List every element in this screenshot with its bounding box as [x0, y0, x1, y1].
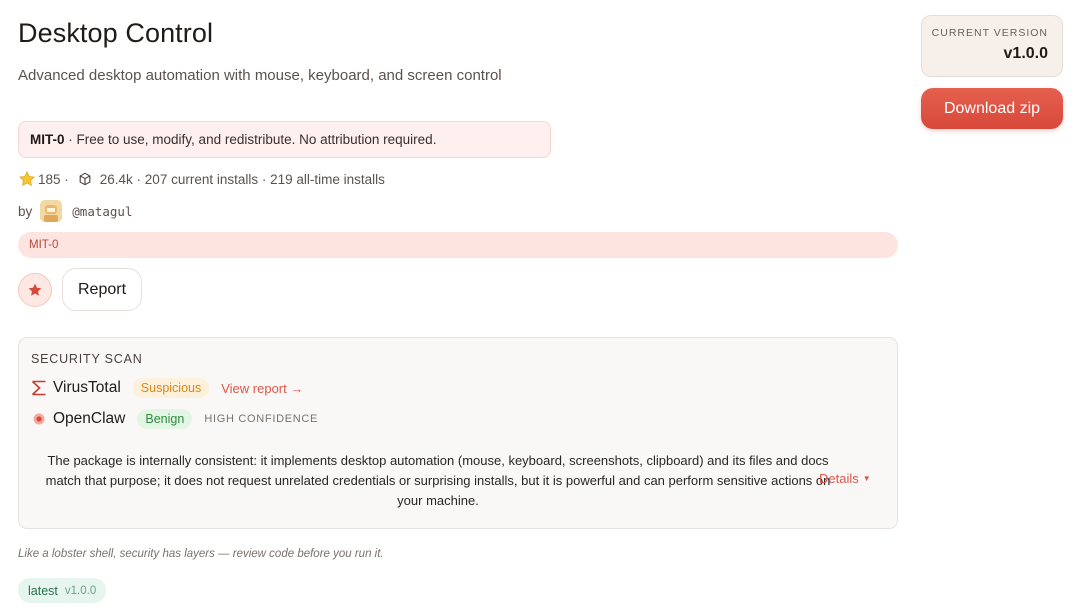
- avatar-image-icon: [40, 200, 63, 222]
- star-button[interactable]: [18, 273, 52, 307]
- stats-row: 185 · 26.4k · 207 current installs · 219…: [18, 170, 385, 188]
- details-label: Details: [819, 471, 859, 486]
- star-icon: [28, 283, 42, 296]
- package-icon: [79, 172, 91, 186]
- virustotal-label: VirusTotal: [53, 379, 121, 396]
- install-stats: 26.4k · 207 current installs · 219 all-t…: [99, 171, 385, 187]
- page-title: Desktop Control: [18, 18, 214, 48]
- download-zip-button[interactable]: Download zip: [921, 88, 1063, 129]
- license-name: MIT-0: [30, 132, 65, 147]
- current-version-value: v1.0.0: [1003, 45, 1048, 62]
- openclaw-label: OpenClaw: [53, 410, 126, 427]
- scan-summary: The package is internally consistent: it…: [45, 453, 831, 508]
- star-icon: [19, 171, 35, 187]
- current-version-label: CURRENT VERSION: [931, 27, 1048, 39]
- latest-version-tag[interactable]: latest v1.0.0: [18, 578, 107, 603]
- openclaw-status-badge: Benign: [137, 409, 193, 429]
- openclaw-row: OpenClaw Benign HIGH CONFIDENCE: [31, 407, 318, 431]
- confidence-label: HIGH CONFIDENCE: [204, 413, 319, 425]
- license-text: · Free to use, modify, and redistribute.…: [64, 132, 437, 147]
- latest-label: latest: [28, 583, 58, 598]
- openclaw-icon: [33, 413, 45, 425]
- avatar[interactable]: [40, 200, 63, 222]
- security-scan-heading: SECURITY SCAN: [31, 352, 143, 366]
- by-label: by: [18, 203, 33, 219]
- report-button[interactable]: Report: [62, 268, 142, 311]
- security-scan-panel: SECURITY SCAN VirusTotal Suspicious View…: [18, 337, 898, 529]
- virustotal-icon: [31, 380, 46, 396]
- license-notice: MIT-0 · Free to use, modify, and redistr…: [18, 121, 551, 158]
- details-toggle[interactable]: Details ▼: [819, 471, 871, 486]
- security-footnote: Like a lobster shell, security has layer…: [18, 548, 384, 560]
- current-version-card: CURRENT VERSION v1.0.0: [921, 15, 1063, 77]
- license-tag: MIT-0: [18, 232, 898, 258]
- view-report-link[interactable]: View report →: [221, 381, 303, 396]
- page-subtitle: Advanced desktop automation with mouse, …: [18, 67, 502, 84]
- virustotal-status-badge: Suspicious: [132, 378, 210, 398]
- author-handle[interactable]: @matagul: [72, 204, 132, 219]
- stars-count: 185 ·: [38, 171, 69, 187]
- virustotal-row: VirusTotal Suspicious View report →: [31, 376, 303, 400]
- latest-version: v1.0.0: [64, 584, 97, 597]
- author-line: by @matagul: [18, 200, 132, 222]
- caret-down-icon: ▼: [862, 474, 871, 483]
